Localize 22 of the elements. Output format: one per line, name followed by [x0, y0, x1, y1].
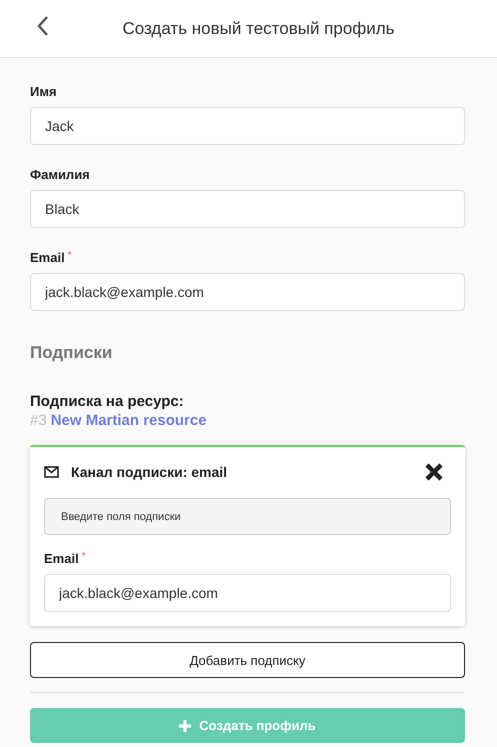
field-label: Фамилия: [30, 167, 90, 182]
field-label: Email: [44, 551, 79, 566]
section-heading: Подписки: [30, 343, 114, 363]
hint-box: Введите поля подписки: [44, 498, 451, 535]
plus-icon: [179, 720, 192, 732]
resource-link[interactable]: New Martian resource: [50, 412, 207, 429]
field-label: Имя: [30, 84, 57, 99]
close-icon[interactable]: [425, 463, 443, 481]
input-field[interactable]: jack.black@example.com: [44, 574, 451, 612]
required-mark: *: [82, 551, 86, 564]
resource-number: #3: [30, 412, 47, 429]
page-title: Создать новый тестовый профиль: [122, 18, 395, 38]
input-field[interactable]: jack.black@example.com: [30, 273, 465, 311]
required-mark: *: [68, 250, 72, 263]
envelope-icon: [44, 466, 59, 478]
add-subscription-button[interactable]: Добавить подписку: [30, 642, 465, 678]
input-field[interactable]: Black: [30, 190, 465, 228]
resource-label: Подписка на ресурс:: [30, 393, 185, 410]
channel-title: Канал подписки: email: [71, 464, 228, 480]
input-field[interactable]: Jack: [30, 107, 465, 145]
back-icon[interactable]: [36, 15, 50, 37]
field-label: Email: [30, 250, 65, 265]
